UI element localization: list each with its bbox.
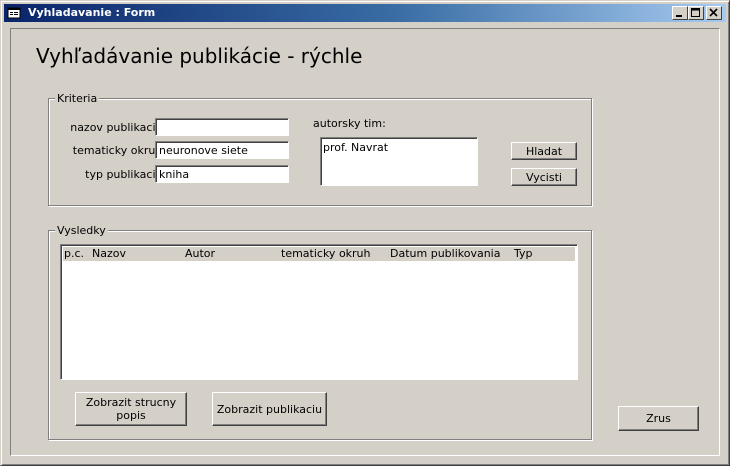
maximize-button[interactable]: [688, 6, 704, 20]
nazov-input[interactable]: [155, 118, 289, 136]
window-title: Vyhladavanie : Form: [28, 6, 156, 19]
col-header-pc: p.c.: [64, 247, 85, 260]
minimize-icon: [676, 15, 682, 17]
zrus-button[interactable]: Zrus: [618, 406, 699, 431]
nazov-label: nazov publikacie:: [70, 121, 166, 134]
col-header-datum: Datum publikovania: [390, 247, 501, 260]
minimize-button[interactable]: [672, 6, 688, 20]
typ-input[interactable]: kniha: [155, 165, 289, 183]
vycisti-button[interactable]: Vycisti: [511, 168, 577, 186]
col-header-typ: Typ: [514, 247, 533, 260]
zobrazit-popis-button[interactable]: Zobrazit strucny popis: [75, 392, 187, 426]
close-button[interactable]: [706, 6, 722, 20]
autorsky-label: autorsky tim:: [313, 117, 386, 130]
maximize-icon: [691, 8, 700, 17]
results-header-row: p.c. Nazov Autor tematicky okruh Datum p…: [63, 247, 575, 261]
okruh-label: tematicky okruh:: [72, 144, 166, 157]
form-icon: [7, 7, 21, 19]
list-item[interactable]: prof. Navrat: [323, 141, 388, 154]
zobrazit-publikaciu-button[interactable]: Zobrazit publikaciu: [212, 392, 327, 426]
results-group-label: Vysledky: [55, 224, 108, 237]
criteria-group-label: Kriteria: [55, 92, 100, 105]
autorsky-listbox[interactable]: prof. Navrat: [320, 137, 478, 186]
col-header-autor: Autor: [185, 247, 216, 260]
form-heading: Vyhľadávanie publikácie - rýchle: [36, 44, 363, 68]
hladat-button[interactable]: Hladat: [511, 142, 577, 160]
close-icon: [709, 8, 718, 17]
okruh-input[interactable]: neuronove siete: [155, 141, 289, 159]
typ-label: typ publikacie:: [85, 168, 166, 181]
col-header-nazov: Nazov: [92, 247, 126, 260]
title-bar[interactable]: Vyhladavanie : Form: [4, 4, 726, 22]
col-header-okruh: tematicky okruh: [281, 247, 371, 260]
results-listbox[interactable]: p.c. Nazov Autor tematicky okruh Datum p…: [60, 244, 578, 380]
